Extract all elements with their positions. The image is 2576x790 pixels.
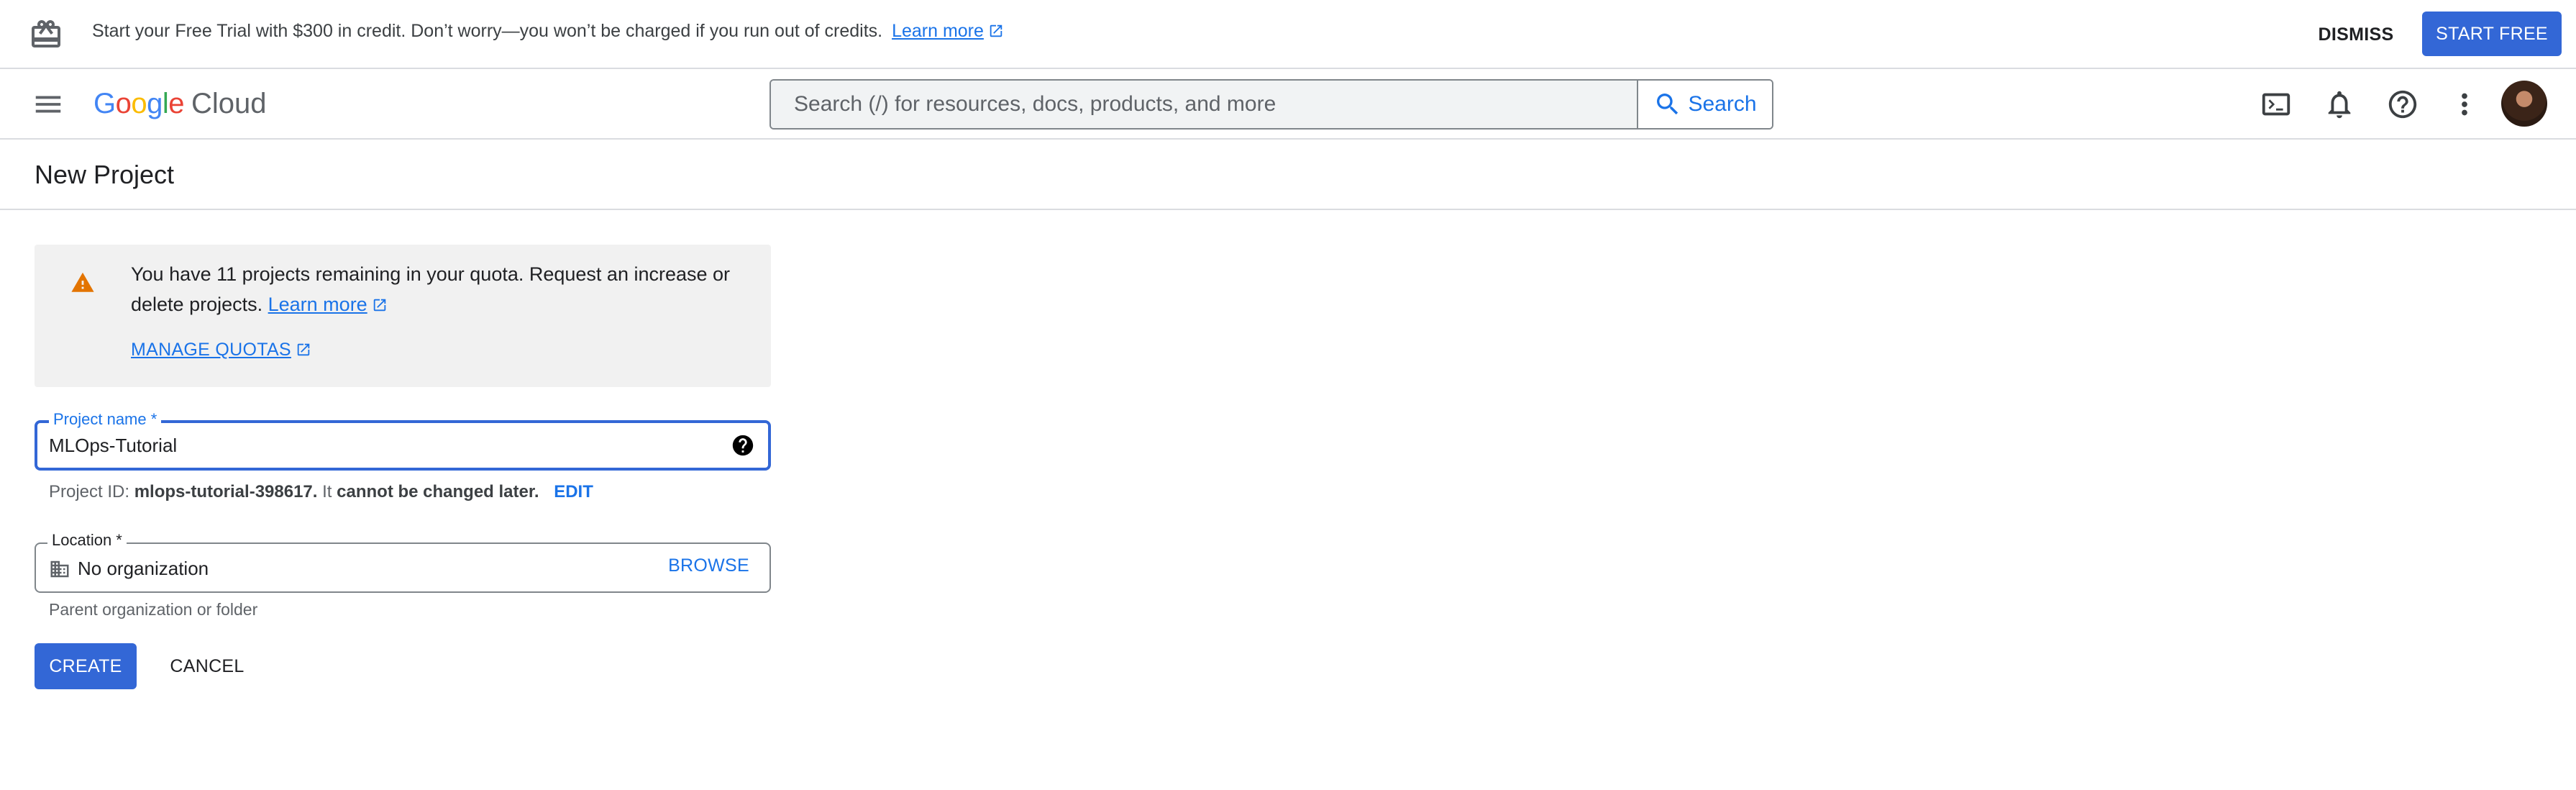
- trial-learn-more-link[interactable]: Learn more: [892, 21, 984, 41]
- avatar[interactable]: [2501, 81, 2547, 127]
- project-name-input[interactable]: [49, 423, 711, 468]
- google-cloud-logo[interactable]: Google Cloud: [93, 85, 267, 122]
- search-button[interactable]: Search: [1637, 81, 1772, 128]
- trial-message-text: Start your Free Trial with $300 in credi…: [92, 21, 883, 41]
- start-free-button[interactable]: START FREE: [2422, 12, 2562, 56]
- dismiss-button[interactable]: DISMISS: [2298, 16, 2413, 53]
- trial-message: Start your Free Trial with $300 in credi…: [92, 21, 1004, 42]
- quota-message: You have 11 projects remaining in your q…: [131, 259, 749, 319]
- free-trial-banner: Start your Free Trial with $300 in credi…: [0, 0, 2576, 69]
- search-bar: Search: [769, 79, 1773, 130]
- edit-project-id-link[interactable]: EDIT: [554, 482, 593, 501]
- search-input[interactable]: [771, 81, 1637, 128]
- open-in-new-icon: [373, 299, 385, 312]
- logo-google-text: Google: [93, 87, 185, 119]
- project-name-field: Project name *: [35, 410, 771, 471]
- notifications-icon[interactable]: [2323, 88, 2356, 121]
- search-button-label: Search: [1688, 92, 1757, 116]
- project-id-value: mlops-tutorial-398617.: [134, 482, 318, 501]
- search-icon: [1657, 94, 1678, 115]
- organization-icon: [50, 560, 69, 578]
- location-hint: Parent organization or folder: [49, 600, 258, 619]
- page-title-bar: New Project: [0, 140, 2576, 210]
- manage-quotas-label: MANAGE QUOTAS: [131, 340, 291, 360]
- logo-cloud-text: Cloud: [191, 87, 267, 119]
- quota-message-text: You have 11 projects remaining in your q…: [131, 263, 731, 315]
- create-button[interactable]: CREATE: [35, 643, 137, 689]
- cancel-button[interactable]: CANCEL: [157, 643, 257, 689]
- project-id-prefix: Project ID:: [49, 482, 130, 501]
- open-in-new-icon: [990, 24, 1002, 37]
- browse-button[interactable]: BROWSE: [668, 555, 749, 576]
- menu-icon[interactable]: [32, 88, 65, 121]
- project-id-line: Project ID: mlops-tutorial-398617. It ca…: [49, 482, 593, 502]
- cloud-shell-icon[interactable]: [2260, 88, 2293, 121]
- top-header: Google Cloud Search: [0, 69, 2576, 140]
- help-icon[interactable]: [2386, 88, 2419, 121]
- location-field[interactable]: Location * No organization BROWSE: [35, 531, 771, 593]
- manage-quotas-link[interactable]: MANAGE QUOTAS: [131, 340, 311, 360]
- quota-notice: You have 11 projects remaining in your q…: [35, 245, 771, 387]
- help-circle-icon[interactable]: [731, 433, 755, 458]
- page-title: New Project: [35, 160, 175, 189]
- project-id-suffix-2: cannot be changed later.: [337, 482, 539, 501]
- gift-icon: [32, 19, 60, 47]
- open-in-new-icon: [297, 343, 310, 356]
- quota-learn-more-link[interactable]: Learn more: [268, 294, 367, 315]
- warning-icon: [71, 272, 94, 292]
- location-label: Location *: [47, 531, 127, 550]
- location-value: No organization: [78, 558, 209, 579]
- project-id-suffix-1: It: [322, 482, 332, 501]
- more-vert-icon[interactable]: [2448, 88, 2481, 121]
